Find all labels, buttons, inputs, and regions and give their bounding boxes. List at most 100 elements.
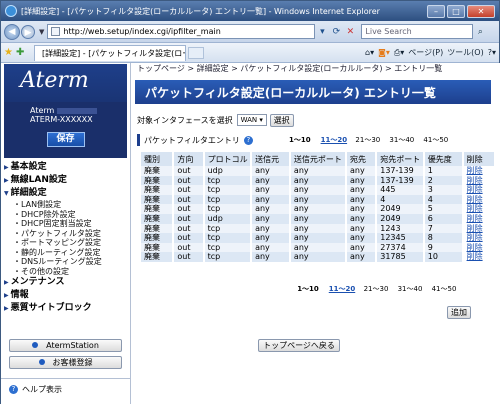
page-11-20[interactable]: 11〜20: [325, 284, 359, 294]
register-button[interactable]: お客様登録: [9, 356, 122, 369]
submenu-lan[interactable]: ・LAN側設定: [1, 200, 130, 210]
forward-button[interactable]: ▶: [21, 24, 35, 39]
maximize-button[interactable]: □: [447, 4, 465, 18]
cell-destination: any: [346, 242, 378, 253]
cell-protocol: tcp: [203, 185, 253, 195]
address-bar: ◀ ▶ ▼ http://web.setup/index.cgi/ipfilte…: [1, 21, 499, 43]
cell-source: any: [251, 213, 291, 224]
delete-link[interactable]: 削除: [462, 185, 497, 195]
cell-direction: out: [173, 175, 205, 186]
url-field[interactable]: http://web.setup/index.cgi/ipfilter_main: [47, 24, 316, 39]
help-menu-icon[interactable]: ?▾: [488, 48, 496, 57]
cell-direction: out: [173, 204, 205, 214]
cell-priority: 9: [423, 242, 464, 253]
heading-bar: [137, 134, 140, 146]
cell-destination-port: 1243: [376, 223, 425, 234]
table-header-row: 種別 方向 プロトコル 送信元 送信元ポート 宛先 宛先ポート 優先度 削除: [141, 152, 497, 166]
col-source-port: 送信元ポート: [289, 152, 348, 166]
page-11-20[interactable]: 11〜20: [317, 135, 351, 145]
menu-info[interactable]: ▶ 情報: [1, 289, 130, 302]
home-icon[interactable]: ⌂▾: [365, 48, 374, 57]
delete-link[interactable]: 削除: [462, 194, 497, 205]
minimize-button[interactable]: –: [427, 4, 445, 18]
search-input[interactable]: Live Search: [361, 24, 474, 39]
menu-maintenance[interactable]: ▶ メンテナンス: [1, 276, 130, 289]
delete-link[interactable]: 削除: [462, 233, 497, 243]
submenu-dhcp-exclude[interactable]: ・DHCP除外設定: [1, 210, 130, 220]
cell-protocol: tcp: [203, 233, 253, 243]
tools-menu[interactable]: ツール(O): [447, 47, 484, 58]
command-bar: ⌂▾ ◙▾ ⎙▾ ページ(P) ツール(O) ?▾: [365, 47, 496, 58]
stop-icon[interactable]: ✕: [343, 27, 357, 37]
new-tab-button[interactable]: [188, 46, 204, 59]
back-button[interactable]: ◀: [4, 23, 20, 40]
save-button[interactable]: 保存: [46, 132, 85, 147]
submenu-static-routing[interactable]: ・静的ルーティング設定: [1, 248, 130, 258]
delete-link[interactable]: 削除: [462, 175, 497, 186]
menu-malicious-site-block[interactable]: ▶ 悪質サイトブロック: [1, 302, 130, 315]
col-direction: 方向: [173, 152, 205, 166]
page-41-50: 41〜50: [423, 136, 449, 144]
help-link[interactable]: ? ヘルプ表示: [1, 378, 130, 400]
cell-protocol: tcp: [203, 175, 253, 186]
close-button[interactable]: ✕: [467, 4, 495, 18]
cell-destination: any: [346, 223, 378, 234]
delete-link[interactable]: 削除: [462, 242, 497, 253]
tab-bar: ★ ✚ [詳細設定] - [パケットフィルタ設定(ローカル... ⌂▾ ◙▾ ⎙…: [1, 43, 499, 63]
page-menu[interactable]: ページ(P): [408, 47, 443, 58]
menu-advanced-settings[interactable]: ▼ 詳細設定: [1, 187, 130, 200]
menu-basic-settings[interactable]: ▶ 基本設定: [1, 161, 130, 174]
model-name: ATERM-XXXXXX: [30, 115, 93, 124]
cell-type: 廃棄: [141, 185, 175, 195]
select-button[interactable]: 選択: [269, 113, 294, 127]
favorites-star-icon[interactable]: ★: [4, 47, 16, 58]
back-to-top-button[interactable]: トップページへ戻る: [258, 339, 340, 352]
add-favorite-icon[interactable]: ✚: [16, 47, 28, 58]
aterm-logo: Aterm: [4, 64, 127, 102]
print-icon[interactable]: ⎙▾: [394, 48, 404, 58]
submenu-packet-filter[interactable]: ・パケットフィルタ設定: [1, 229, 130, 239]
delete-link[interactable]: 削除: [462, 166, 497, 176]
cell-direction: out: [173, 194, 205, 205]
cell-type: 廃棄: [141, 213, 175, 224]
submenu-dns-routing[interactable]: ・DNSルーティング設定: [1, 257, 130, 267]
table-row: 廃棄 out tcp any any any 137-139 2 削除: [141, 175, 497, 186]
active-tab[interactable]: [詳細設定] - [パケットフィルタ設定(ローカル...: [34, 44, 186, 61]
aterm-station-button[interactable]: AtermStation: [9, 339, 122, 352]
history-dropdown-icon[interactable]: ▼: [39, 28, 44, 36]
menu-wireless-lan[interactable]: ▶ 無線LAN設定: [1, 174, 130, 187]
table-row: 廃棄 out tcp any any any 2049 5 削除: [141, 204, 497, 214]
entry-help-icon[interactable]: ?: [243, 135, 253, 145]
table-row: 廃棄 out tcp any any any 12345 8 削除: [141, 233, 497, 243]
delete-link[interactable]: 削除: [462, 223, 497, 234]
cell-priority: 3: [423, 185, 464, 195]
cell-source: any: [251, 175, 291, 186]
submenu-dhcp-fixed[interactable]: ・DHCP固定割当設定: [1, 219, 130, 229]
entry-heading: パケットフィルタエントリ: [144, 135, 240, 145]
delete-link[interactable]: 削除: [462, 252, 497, 262]
cell-destination: any: [346, 166, 378, 176]
interface-select[interactable]: WAN ▾: [236, 114, 267, 126]
delete-link[interactable]: 削除: [462, 213, 497, 224]
submenu-other[interactable]: ・その他の設定: [1, 267, 130, 277]
cell-direction: out: [173, 242, 205, 253]
page-21-30: 21〜30: [363, 285, 389, 293]
cell-type: 廃棄: [141, 223, 175, 234]
cell-type: 廃棄: [141, 166, 175, 176]
table-row: 廃棄 out udp any any any 137-139 1 削除: [141, 166, 497, 176]
cell-destination-port: 2049: [376, 204, 425, 214]
add-button[interactable]: 追加: [447, 306, 471, 319]
cell-destination-port: 31785: [376, 252, 425, 262]
feeds-icon[interactable]: ◙▾: [378, 48, 390, 57]
window-title: [詳細設定] - [パケットフィルタ設定(ローカルルータ) エントリ一覧] - …: [21, 6, 380, 16]
cell-destination-port: 4: [376, 194, 425, 205]
url-dropdown-icon[interactable]: ▾: [315, 27, 329, 37]
col-type: 種別: [141, 152, 175, 166]
table-row: 廃棄 out tcp any any any 1243 7 削除: [141, 223, 497, 234]
delete-link[interactable]: 削除: [462, 204, 497, 214]
search-icon[interactable]: ⌕: [473, 27, 487, 37]
submenu-port-mapping[interactable]: ・ポートマッピング設定: [1, 238, 130, 248]
redacted-block: [56, 107, 97, 114]
cell-source-port: any: [289, 166, 348, 176]
refresh-icon[interactable]: ⟳: [329, 27, 343, 37]
